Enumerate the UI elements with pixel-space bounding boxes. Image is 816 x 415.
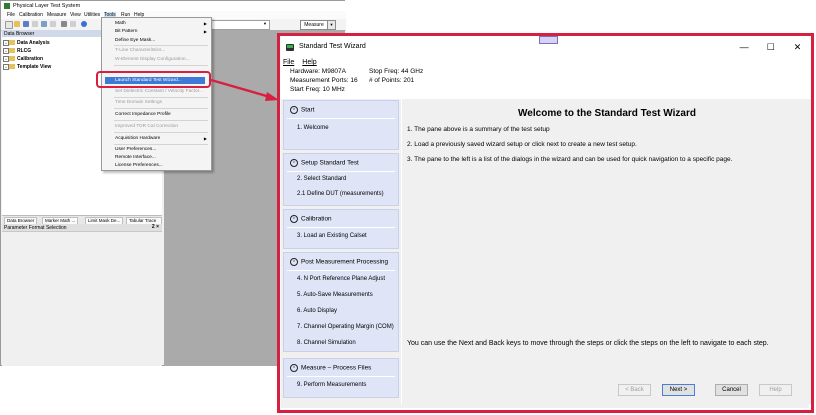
collapse-icon[interactable]: ⌃ [290,215,298,223]
page-title: Welcome to the Standard Test Wizard [518,108,696,119]
nav-item-channel-simulation[interactable]: 8. Channel Simulation [297,340,356,346]
help-button[interactable]: Help [759,384,792,396]
collapse-icon[interactable]: ⌃ [290,106,298,114]
nav-panel-calibration: ⌃ Calibration 3. Load an Existing Calset [283,209,399,249]
nav-item-select-standard[interactable]: 2. Select Standard [297,176,346,182]
summary-start-freq: Start Freq: 10 MHz [290,86,345,93]
summary-stop-freq: Stop Freq: 44 GHz [369,68,424,75]
panel-divider [287,171,395,172]
wizard-content-pane: Welcome to the Standard Test Wizard 1. T… [402,99,812,404]
collapse-icon[interactable]: ⌃ [290,364,298,372]
window-controls: — ☐ ✕ [732,37,810,57]
cancel-button[interactable]: Cancel [715,384,748,396]
back-button[interactable]: < Back [618,384,651,396]
app-icon [286,44,294,51]
nav-item-nport-ref-plane[interactable]: 4. N Port Reference Plane Adjust [297,276,385,282]
next-button[interactable]: Next > [662,384,695,396]
welcome-page: Welcome to the Standard Test Wizard 1. T… [402,103,812,396]
nav-item-define-dut[interactable]: 2.1 Define DUT (measurements) [297,191,384,197]
standard-test-wizard-window: Standard Test Wizard — ☐ ✕ File Help Hard… [277,34,813,412]
nav-panel-start: ⌃ Start 1. Welcome [283,100,399,150]
collapse-icon[interactable]: ⌃ [290,258,298,266]
close-icon[interactable]: ✕ [785,37,810,57]
window-grip-indicator [539,36,558,44]
wizard-title: Standard Test Wizard [299,43,366,50]
panel-divider [287,118,395,119]
summary-hardware: Hardware: M9807A [290,68,346,75]
nav-header-start[interactable]: ⌃ Start [290,106,315,114]
nav-header-setup[interactable]: ⌃ Setup Standard Test [290,159,359,167]
minimize-icon[interactable]: — [732,37,757,57]
welcome-line-2: 2. Load a previously saved wizard setup … [407,141,637,148]
wizard-menu-file[interactable]: File [283,59,294,66]
nav-panel-measure-process: ⌃ Measure – Process Files 9. Perform Meas… [283,358,399,398]
wizard-menu-help[interactable]: Help [302,59,316,66]
welcome-line-3: 3. The pane to the left is a list of the… [407,156,733,163]
nav-panel-post-measurement: ⌃ Post Measurement Processing 4. N Port R… [283,252,399,352]
panel-divider [287,270,395,271]
collapse-icon[interactable]: ⌃ [290,159,298,167]
panel-divider [287,376,395,377]
nav-header-post-measurement[interactable]: ⌃ Post Measurement Processing [290,258,388,266]
wizard-menu-bar: File Help [283,59,325,66]
nav-panel-setup-standard-test: ⌃ Setup Standard Test 2. Select Standard … [283,153,399,206]
nav-item-load-calset[interactable]: 3. Load an Existing Calset [297,233,367,239]
wizard-navigation-pane: ⌃ Start 1. Welcome ⌃ Setup Standard Test 2… [281,99,401,404]
nav-header-calibration[interactable]: ⌃ Calibration [290,215,332,223]
maximize-icon[interactable]: ☐ [758,37,783,57]
wizard-title-bar: Standard Test Wizard — ☐ ✕ [280,36,810,57]
summary-points: # of Points: 201 [369,77,415,84]
summary-ports: Measurement Ports: 16 [290,77,358,84]
navigation-hint-text: You can use the Next and Back keys to mo… [407,340,769,347]
welcome-line-1: 1. The pane above is a summary of the te… [407,126,550,133]
panel-divider [287,227,395,228]
nav-item-auto-display[interactable]: 6. Auto Display [297,308,337,314]
test-setup-summary: Hardware: M9807A Measurement Ports: 16 S… [281,67,809,97]
nav-item-com[interactable]: 7. Channel Operating Margin (COM) [297,324,394,330]
nav-item-welcome[interactable]: 1. Welcome [297,125,329,131]
wizard-status-strip [281,404,809,408]
nav-item-perform-measurements[interactable]: 9. Perform Measurements [297,382,366,388]
nav-header-measure-process[interactable]: ⌃ Measure – Process Files [290,364,371,372]
nav-item-auto-save[interactable]: 5. Auto-Save Measurements [297,292,373,298]
